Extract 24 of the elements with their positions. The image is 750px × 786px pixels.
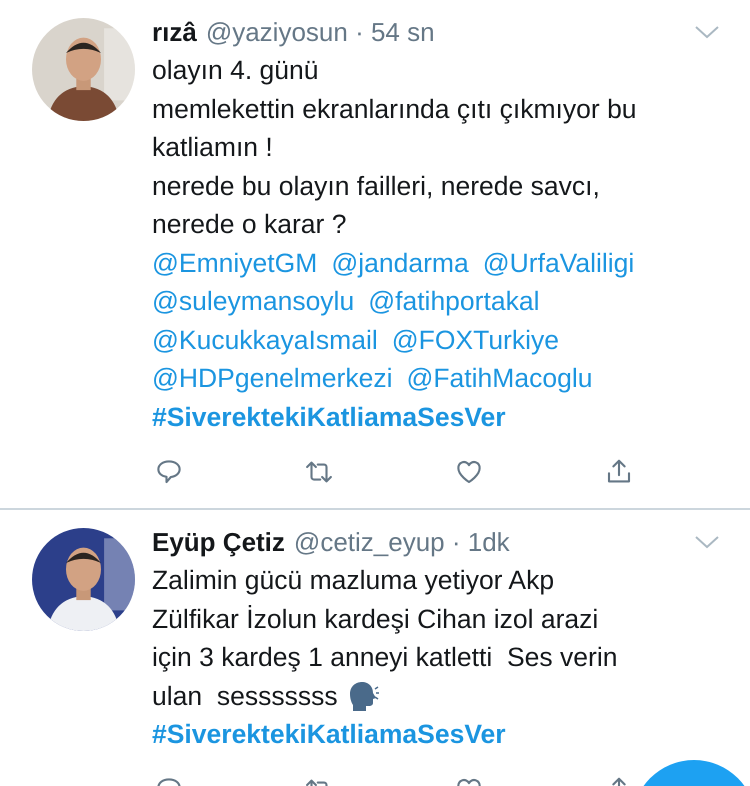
mention-link[interactable]: @FatihMacoglu xyxy=(406,359,592,398)
mention-link[interactable]: @HDPgenelmerkezi xyxy=(152,359,392,398)
tweet-text-line: için 3 kardeş 1 anneyi katletti Ses verin xyxy=(152,641,618,674)
mention-link[interactable]: @UrfaValiligi xyxy=(482,244,634,282)
tweet-text-line: katliamın ! xyxy=(152,131,273,164)
author-name[interactable]: rızâ xyxy=(152,16,197,48)
tweet-text-line: nerede bu olayın failleri, nerede savcı, xyxy=(152,170,600,202)
tweet-text-line: ulan sesssssss xyxy=(152,680,338,712)
mention-link[interactable]: @EmniyetGM xyxy=(152,244,318,282)
tweet-text-line: Zalimin gücü mazluma yetiyor Akp xyxy=(152,564,554,597)
mention-link[interactable]: @fatihportakal xyxy=(368,282,540,320)
mention-link[interactable]: @KucukkayaIsmail xyxy=(152,320,378,359)
mention-link[interactable]: @suleymansoylu xyxy=(152,282,354,320)
handle-and-time: @cetiz_eyup · 1dk xyxy=(294,526,510,558)
author-name[interactable]: Eyüp Çetiz xyxy=(152,526,285,558)
tweet-text-line: olayın 4. günü xyxy=(152,54,318,87)
tweet-text-line: nerede o karar ? xyxy=(152,208,346,241)
mention-link[interactable]: @FOXTurkiye xyxy=(392,320,560,359)
hashtag-link[interactable]: #SiverektekiKatliamaSesVer xyxy=(152,715,506,754)
tweet-text-line: Zülfikar İzolun kardeşi Cihan izol arazi xyxy=(152,602,598,636)
hashtag-link[interactable]: #SiverektekiKatliamaSesVer xyxy=(152,398,506,436)
handle-and-time: @yaziyosun · 54 sn xyxy=(206,16,435,48)
tweet-text-line: memlekettin ekranlarında çıtı çıkmıyor bu xyxy=(152,92,637,126)
mention-link[interactable]: @jandarma xyxy=(331,244,469,282)
